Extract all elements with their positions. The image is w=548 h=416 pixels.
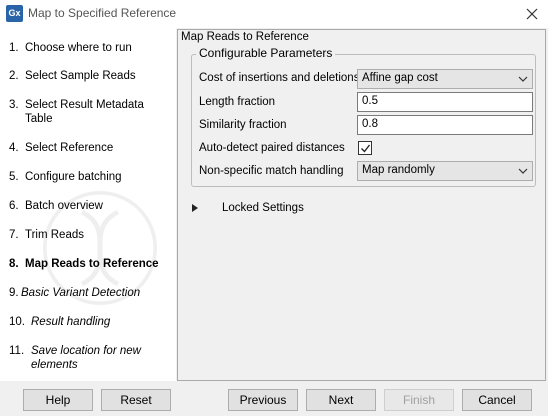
step-number: 11. <box>9 345 25 357</box>
map-reads-panel: Map Reads to Reference Configurable Para… <box>177 29 546 381</box>
step-label: Select Sample Reads <box>25 70 136 82</box>
step-number: 9. <box>9 287 19 299</box>
step-label: Batch overview <box>25 200 103 212</box>
cost-label: Cost of insertions and deletions <box>199 72 360 84</box>
next-button[interactable]: Next <box>306 389 376 411</box>
step-label: Save location for new elements <box>31 345 141 371</box>
step-number: 4. <box>9 142 19 154</box>
cancel-button[interactable]: Cancel <box>462 389 532 411</box>
checkmark-icon <box>361 144 371 153</box>
similarity-fraction-value: 0.8 <box>362 118 378 130</box>
step-number: 6. <box>9 200 19 212</box>
step-number: 1. <box>9 42 19 54</box>
panel-title: Map Reads to Reference <box>181 31 309 43</box>
step-number: 2. <box>9 70 19 82</box>
nonspecific-value: Map randomly <box>362 164 435 176</box>
cost-dropdown[interactable]: Affine gap cost <box>357 69 533 89</box>
autodetect-label: Auto-detect paired distances <box>199 142 345 154</box>
chevron-down-icon <box>518 168 528 174</box>
finish-button[interactable]: Finish <box>384 389 454 411</box>
reset-button[interactable]: Reset <box>101 389 171 411</box>
help-button[interactable]: Help <box>23 389 93 411</box>
window-title: Map to Specified Reference <box>28 6 177 20</box>
step-label: Trim Reads <box>25 229 84 241</box>
step-label: Result handling <box>31 316 111 328</box>
similarity-fraction-input[interactable]: 0.8 <box>357 115 533 135</box>
cost-value: Affine gap cost <box>362 72 438 84</box>
button-bar: Help Reset Previous Next Finish Cancel <box>0 381 548 416</box>
previous-button[interactable]: Previous <box>228 389 298 411</box>
step-label: Basic Variant Detection <box>21 287 141 299</box>
close-icon[interactable] <box>522 4 542 24</box>
length-fraction-input[interactable]: 0.5 <box>357 92 533 112</box>
app-icon: Gx <box>6 5 23 22</box>
step-number: 3. <box>9 99 19 111</box>
step-number: 7. <box>9 229 19 241</box>
step-number: 10. <box>9 316 25 328</box>
nonspecific-dropdown[interactable]: Map randomly <box>357 161 533 181</box>
chevron-down-icon <box>518 76 528 82</box>
autodetect-checkbox[interactable] <box>358 141 372 155</box>
step-label: Choose where to run <box>25 42 132 54</box>
step-number: 5. <box>9 171 19 183</box>
length-fraction-value: 0.5 <box>362 95 378 107</box>
step-label: Map Reads to Reference <box>25 258 159 270</box>
group-title: Configurable Parameters <box>196 46 336 60</box>
title-bar: Gx Map to Specified Reference <box>0 0 548 28</box>
step-label: Select Reference <box>25 142 114 154</box>
step-number: 8. <box>9 258 19 270</box>
step-label: Configure batching <box>25 171 122 183</box>
locked-settings-label: Locked Settings <box>222 202 304 214</box>
step-label: Select Result Metadata Table <box>25 99 144 125</box>
nonspecific-label: Non-specific match handling <box>199 165 344 177</box>
expand-triangle-icon <box>192 204 198 212</box>
wizard-steps-sidebar: 1. Choose where to run 2. Select Sample … <box>0 28 176 381</box>
similarity-fraction-label: Similarity fraction <box>199 119 287 131</box>
length-fraction-label: Length fraction <box>199 96 276 108</box>
